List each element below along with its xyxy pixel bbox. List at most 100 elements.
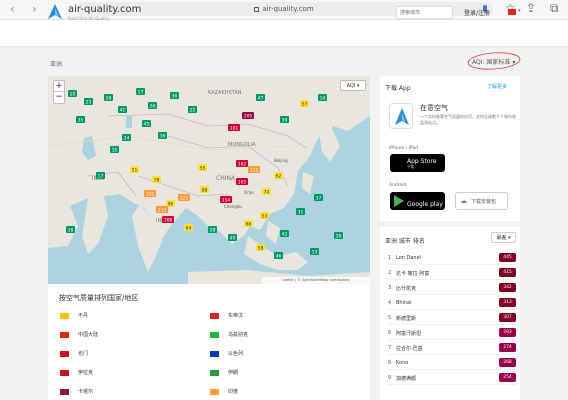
ranking-row[interactable]: 2 达卡·喀拉-阿富 415 <box>388 266 516 280</box>
ranking-row[interactable]: 8 Kono 268 <box>388 356 516 370</box>
ranking-title: 亚洲 城市 排名 <box>385 238 425 245</box>
brand-name[interactable]: air-quality.com <box>68 4 141 15</box>
android-label: Android <box>389 183 407 188</box>
aqi-marker-label: 42 <box>282 231 288 237</box>
app-icon[interactable] <box>389 103 413 129</box>
aqi-marker-label: 78 <box>154 177 160 183</box>
country-flag-icon <box>60 370 69 376</box>
aqi-marker-label: 26 <box>336 233 342 239</box>
aqi-marker-label: 30 <box>172 93 178 99</box>
aqi-map[interactable]: KAZAKHSTAN MONGOLIA CHINA INDIA IRAN Bei… <box>48 76 370 284</box>
ranking-row[interactable]: 5 新德里斯 307 <box>388 311 516 325</box>
aqi-marker-label: 24 <box>124 135 130 141</box>
ranking-row[interactable]: 6 阿富汗斯坦 293 <box>388 326 516 340</box>
aqi-marker-label: 51 <box>132 167 138 173</box>
aqi-marker-label: 74 <box>264 189 270 195</box>
app-card-title: 下载 App <box>385 85 411 92</box>
aqi-badge: 274 <box>499 343 516 352</box>
aqi-marker-label: 205 <box>244 113 253 119</box>
aqi-marker-label: 62 <box>276 173 282 179</box>
country-flag-icon <box>60 332 69 338</box>
google-play-icon <box>394 195 404 207</box>
iphone-label: iPhone / iPad <box>389 146 418 151</box>
app-description: 一个实时查看空气质量的应用，支持全球数千个城市和监测站点。 <box>420 114 516 125</box>
aqi-marker-label: 26 <box>150 103 156 109</box>
aqi-marker-label: 66 <box>246 221 252 227</box>
aqi-badge: 415 <box>499 268 516 277</box>
map-label: MONGOLIA <box>228 142 256 148</box>
aqi-marker-label: 45 <box>144 121 150 127</box>
tabs-icon[interactable]: ⧉ <box>550 1 559 16</box>
ranking-row[interactable]: 7 拉合尔·巴基 274 <box>388 341 516 355</box>
chevron-down-icon[interactable]: ▾ <box>518 8 521 14</box>
app-logo-icon <box>395 108 409 125</box>
share-icon[interactable]: ⇪ <box>526 1 536 16</box>
ranking-row[interactable]: 3 比什凯克 342 <box>388 281 516 295</box>
aqi-marker-label: 112 <box>250 167 259 173</box>
aqi-marker-label: 39 <box>282 117 288 123</box>
map-aqi-dropdown[interactable]: AQI ▾ <box>340 80 366 91</box>
ranking-row[interactable]: 4 Bhinai 313 <box>388 296 516 310</box>
aqi-marker-label: 53 <box>262 213 268 219</box>
aqi-marker-label: 17 <box>138 89 144 95</box>
language-flag-icon[interactable] <box>508 9 516 15</box>
zoom-in-button[interactable]: + <box>54 81 64 92</box>
aqi-marker-label: 96 <box>168 201 174 207</box>
aqi-marker-label: 133 <box>158 207 167 213</box>
ranking-row[interactable]: 1 Lon Danel 445 <box>388 251 516 265</box>
app-store-sublabel: 下载 <box>407 165 414 169</box>
zoom-out-button[interactable]: − <box>54 92 64 103</box>
search-input[interactable] <box>396 6 453 19</box>
annotation-circle <box>467 52 521 70</box>
map-canvas[interactable]: KAZAKHSTAN MONGOLIA CHINA INDIA IRAN Bei… <box>48 76 370 284</box>
countries-title: 按空气质量排列国家/地区 <box>59 294 139 302</box>
google-play-label: Google play <box>407 201 443 208</box>
aqi-marker-label: 14 <box>320 95 326 101</box>
aqi-marker-label: 64 <box>186 225 192 231</box>
login-link[interactable]: 登录/注册 <box>464 8 490 17</box>
aqi-marker-label: 88 <box>202 187 208 193</box>
forward-icon[interactable]: › <box>32 2 37 16</box>
map-label: Chengdu <box>224 204 242 209</box>
learn-more-link[interactable]: 了解更多 <box>487 83 507 90</box>
aqi-badge: 268 <box>499 358 516 367</box>
aqi-marker-label: 36 <box>160 133 166 139</box>
map-attribution[interactable]: Leaflet | © OpenStreetMap contributors <box>262 277 370 284</box>
aqi-marker-label: 41 <box>120 107 126 113</box>
aqi-marker-label: 55 <box>200 165 206 171</box>
lock-icon <box>254 7 260 12</box>
country-flag-icon <box>210 351 219 357</box>
country-flag-icon <box>210 313 219 319</box>
country-flag-icon <box>210 370 219 376</box>
aqi-marker-label: 46 <box>276 253 282 259</box>
aqi-marker-label: 165 <box>238 179 247 185</box>
aqi-badge: 293 <box>499 328 516 337</box>
zoom-control[interactable]: + − <box>53 80 65 104</box>
aqi-marker-label: 17 <box>98 173 104 179</box>
aqi-marker-label: 102 <box>146 191 155 197</box>
back-icon[interactable]: ‹ <box>10 2 15 16</box>
map-label: Beijing <box>274 158 288 163</box>
aqi-marker-label: 33 <box>312 249 318 255</box>
app-name: 在意空气 <box>420 104 448 112</box>
aqi-marker-label: 28 <box>210 227 216 233</box>
aqi-marker-label: 58 <box>258 245 264 251</box>
aqi-marker-label: 37 <box>316 195 322 201</box>
brand-tagline: Real-time Air Quality <box>68 16 110 21</box>
aqi-marker-label: 181 <box>230 125 239 131</box>
logo-icon[interactable] <box>47 3 63 20</box>
aqi-marker-label: 28 <box>106 95 112 101</box>
breadcrumb[interactable]: 亚洲 <box>50 59 62 68</box>
aqi-badge: 342 <box>499 283 516 292</box>
aqi-badge: 313 <box>499 298 516 307</box>
ranking-row[interactable]: 9 加德满都 254 <box>388 371 516 385</box>
address-text: air-quality.com <box>262 5 314 13</box>
ranking-sort-dropdown[interactable]: 最差 ▾ <box>491 232 516 243</box>
aqi-badge: 307 <box>499 313 516 322</box>
country-flag-icon <box>60 389 69 395</box>
cloud-download-icon: ☁ <box>460 197 467 205</box>
site-header <box>0 20 568 47</box>
country-flag-icon <box>60 313 69 319</box>
aqi-marker-label: 18 <box>68 227 74 233</box>
aqi-marker-label: 23 <box>86 99 92 105</box>
